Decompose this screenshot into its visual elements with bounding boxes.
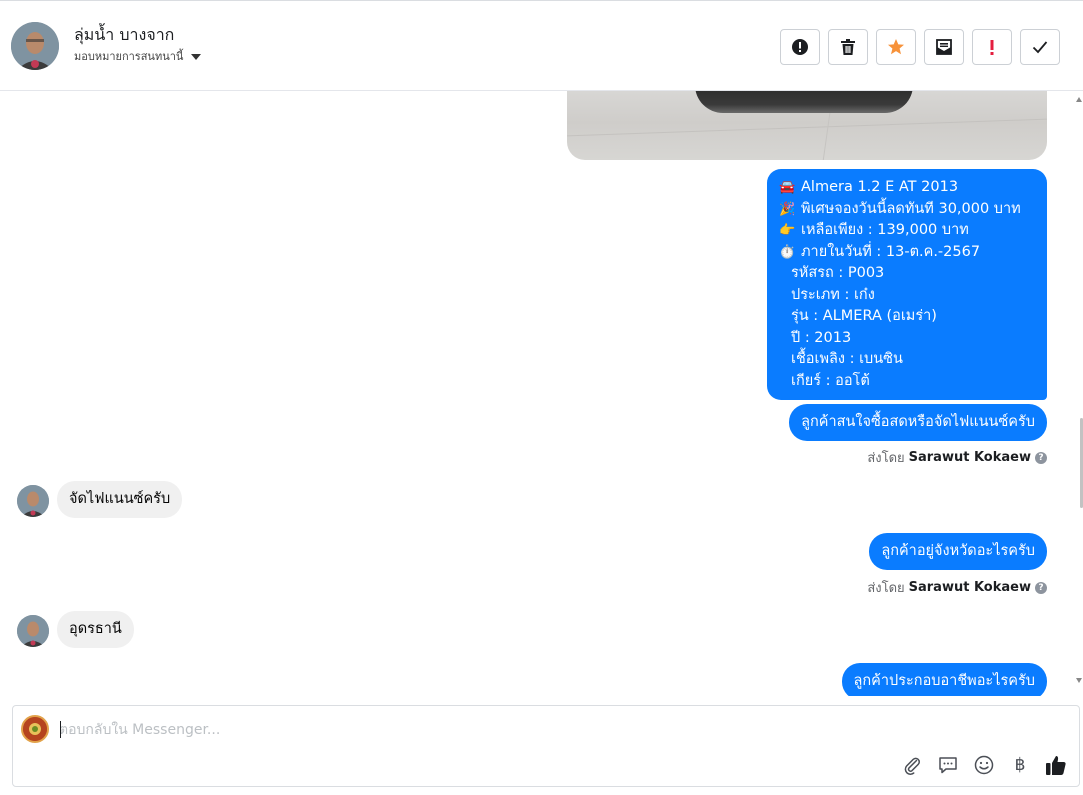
contact-name[interactable]: ลุ่มน้ำ บางจาก xyxy=(74,23,174,48)
star-icon xyxy=(888,39,904,55)
envelope-icon xyxy=(936,39,952,55)
card-line-text: ภายในวันที่ : 13-ต.ค.-2567 xyxy=(801,243,981,260)
card-line-text: เหลือเพียง : 139,000 บาท xyxy=(801,222,969,238)
reply-composer: ฿ xyxy=(12,705,1080,787)
card-line-text: รุ่น : ALMERA (อเมร่า) xyxy=(791,308,937,324)
thumbs-up-icon xyxy=(1046,756,1066,775)
emoji-icon: 🎉 xyxy=(779,201,796,217)
thread-scrollbar[interactable] xyxy=(1074,91,1083,696)
emoji-button[interactable] xyxy=(973,754,995,776)
conversation-toolbar xyxy=(780,29,1060,65)
like-button[interactable] xyxy=(1045,754,1067,776)
card-line: รุ่น : ALMERA (อเมร่า) xyxy=(779,306,1035,328)
card-line-text: พิเศษจองวันนี้ลดทันที 30,000 บาท xyxy=(801,200,1021,217)
saved-reply-icon xyxy=(939,757,957,774)
contact-avatar-small[interactable] xyxy=(17,615,49,647)
card-line: ⏱️ ภายในวันที่ : 13-ต.ค.-2567 xyxy=(779,242,1035,264)
payment-button[interactable]: ฿ xyxy=(1009,754,1031,776)
card-line: เชื้อเพลิง : เบนซิน xyxy=(779,349,1035,371)
card-line-text: Almera 1.2 E AT 2013 xyxy=(801,179,959,195)
scroll-up-arrow-icon[interactable] xyxy=(1076,97,1082,102)
outgoing-message[interactable]: ลูกค้าอยู่จังหวัดอะไรครับ xyxy=(869,533,1047,570)
sent-by-name: Sarawut Kokaew xyxy=(908,580,1031,595)
sent-by-label: ส่งโดย Sarawut Kokaew ? xyxy=(867,447,1047,468)
trash-icon xyxy=(841,39,855,55)
spam-button[interactable] xyxy=(780,29,820,65)
assign-label: มอบหมายการสนทนานี้ xyxy=(74,50,184,63)
saved-reply-button[interactable] xyxy=(937,754,959,776)
message-thread[interactable]: 🚘 Almera 1.2 E AT 2013 🎉 พิเศษจองวันนี้ลดทั… xyxy=(0,91,1083,696)
contact-avatar-small[interactable] xyxy=(17,485,49,517)
help-icon[interactable]: ? xyxy=(1035,581,1047,594)
card-line: ประเภท : เก๋ง xyxy=(779,285,1035,307)
assign-conversation-dropdown[interactable]: มอบหมายการสนทนานี้ xyxy=(74,47,202,65)
reply-input[interactable] xyxy=(59,719,959,741)
star-button[interactable] xyxy=(876,29,916,65)
card-line-text: ประเภท : เก๋ง xyxy=(791,286,875,303)
attach-button[interactable] xyxy=(901,754,923,776)
mark-unread-button[interactable] xyxy=(924,29,964,65)
sent-by-name: Sarawut Kokaew xyxy=(908,450,1031,465)
card-line-text: เกียร์ : ออโต้ xyxy=(791,372,870,389)
sent-by-prefix: ส่งโดย xyxy=(867,581,905,596)
messenger-conversation: ลุ่มน้ำ บางจาก มอบหมายการสนทนานี้ 🚘 Alme… xyxy=(0,0,1083,795)
card-line-text: รหัสรถ : P003 xyxy=(791,265,885,281)
exclamation-icon xyxy=(990,40,994,55)
chevron-down-icon xyxy=(191,54,202,60)
incoming-message[interactable]: อุดรธานี xyxy=(57,611,134,648)
baht-icon: ฿ xyxy=(1014,755,1026,775)
emoji-icon xyxy=(974,755,994,775)
card-line: 👉 เหลือเพียง : 139,000 บาท xyxy=(779,220,1035,242)
page-avatar xyxy=(21,715,49,743)
card-line: เกียร์ : ออโต้ xyxy=(779,371,1035,393)
card-line-text: ปี : 2013 xyxy=(791,329,852,346)
emoji-icon: ⏱️ xyxy=(779,244,796,260)
follow-up-button[interactable] xyxy=(972,29,1012,65)
text-cursor xyxy=(60,721,61,738)
sent-by-label: ส่งโดย Sarawut Kokaew ? xyxy=(867,577,1047,598)
card-line: รหัสรถ : P003 xyxy=(779,263,1035,285)
outgoing-message[interactable]: ลูกค้าประกอบอาชีพอะไรครับ xyxy=(841,663,1047,696)
paperclip-icon xyxy=(904,757,920,775)
help-icon[interactable]: ? xyxy=(1035,451,1047,464)
done-button[interactable] xyxy=(1020,29,1060,65)
conversation-header: ลุ่มน้ำ บางจาก มอบหมายการสนทนานี้ xyxy=(0,0,1083,91)
card-line: 🎉 พิเศษจองวันนี้ลดทันที 30,000 บาท xyxy=(779,199,1035,221)
car-details-message[interactable]: 🚘 Almera 1.2 E AT 2013 🎉 พิเศษจองวันนี้ลดทั… xyxy=(767,169,1047,400)
card-line: 🚘 Almera 1.2 E AT 2013 xyxy=(779,177,1035,199)
shared-photo-message[interactable] xyxy=(567,91,1047,160)
scroll-down-arrow-icon[interactable] xyxy=(1076,678,1082,683)
emoji-icon: 👉 xyxy=(779,223,796,238)
check-icon xyxy=(1032,41,1048,54)
composer-tools: ฿ xyxy=(901,754,1067,776)
incoming-message[interactable]: จัดไฟแนนซ์ครับ xyxy=(57,481,183,518)
card-line: ปี : 2013 xyxy=(779,328,1035,350)
emoji-icon: 🚘 xyxy=(779,180,796,195)
sent-by-prefix: ส่งโดย xyxy=(867,451,905,466)
delete-button[interactable] xyxy=(828,29,868,65)
alert-circle-icon xyxy=(792,39,808,55)
outgoing-message[interactable]: ลูกค้าสนใจซื้อสดหรือจัดไฟแนนซ์ครับ xyxy=(789,404,1047,441)
card-line-text: เชื้อเพลิง : เบนซิน xyxy=(791,351,903,367)
contact-avatar[interactable] xyxy=(11,22,59,70)
